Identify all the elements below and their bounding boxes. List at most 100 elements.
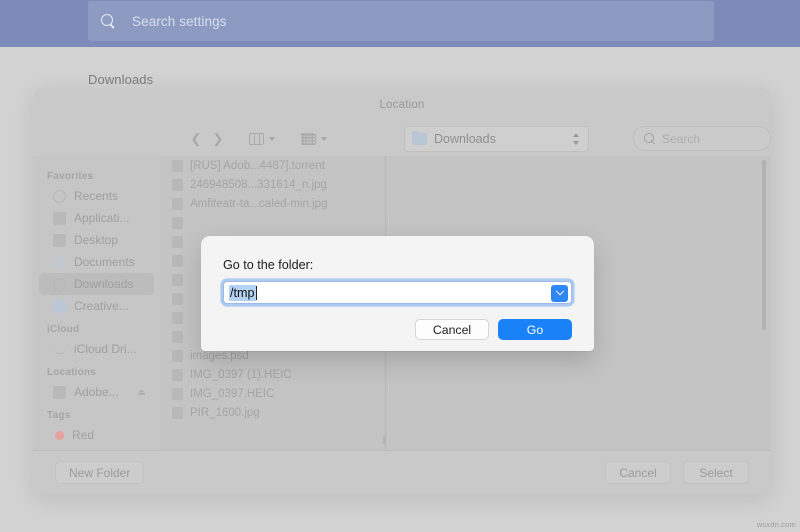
image-file-icon [172,406,183,419]
image-file-icon [172,368,183,381]
text-cursor [255,285,257,300]
image-file-icon [172,387,183,400]
sidebar-item-downloads[interactable]: Downloads [39,273,154,295]
up-down-stepper-icon[interactable] [573,132,581,146]
path-popup-button[interactable]: Downloads [404,126,589,152]
sidebar-header-locations: Locations [47,367,97,378]
sidebar-header-icloud: iCloud [47,324,80,335]
file-icon [172,216,183,229]
go-to-folder-dialog: Go to the folder: /tmp Cancel Go [201,236,594,351]
list-item[interactable]: IMG_0397 (1).HEIC [160,365,771,384]
dialog-cancel-button[interactable]: Cancel [415,319,489,340]
column-view-icon [249,133,264,145]
sidebar-item-applications[interactable]: Applicati... [39,207,154,229]
new-folder-button[interactable]: New Folder [55,461,145,484]
file-icon [172,254,183,267]
sidebar-item-documents[interactable]: Documents [39,251,154,273]
sidebar-item-label: Documents [74,255,135,269]
list-item[interactable]: PIR_1600.jpg [160,403,771,422]
chevron-down-icon[interactable] [551,284,568,302]
file-icon [172,273,183,286]
file-name: IMG_0397.HEIC [190,387,275,400]
panel-title: Location [379,99,425,111]
back-button[interactable]: ❮ [185,129,207,149]
dialog-actions: Cancel Go [223,319,572,340]
sidebar-item-creative[interactable]: Creative... [39,295,154,317]
dialog-label: Go to the folder: [223,258,314,272]
sidebar-item-desktop[interactable]: Desktop [39,229,154,251]
cloud-icon [53,345,66,354]
select-button[interactable]: Select [683,461,749,484]
column-resize-handle[interactable]: || [382,435,389,444]
desktop-icon [53,233,66,247]
chevron-down-icon [321,137,327,141]
search-icon [644,133,655,144]
path-popup-label: Downloads [434,132,496,146]
list-item[interactable]: [RUS] Adob...4487].torrent [160,156,771,175]
sidebar-item-recents[interactable]: Recents [39,185,154,207]
psd-file-icon [172,349,183,362]
search-icon [101,13,116,29]
torrent-file-icon [172,159,183,172]
file-icon [172,235,183,248]
finder-search-placeholder: Search [662,131,701,146]
sidebar-item-tag-red[interactable]: Red [39,424,154,446]
chevron-down-icon [269,137,275,141]
disk-icon [53,385,66,399]
sidebar-item-label: Recents [74,189,119,203]
grid-view-icon [301,133,316,145]
sidebar-item-icloud-drive[interactable]: iCloud Dri... [39,338,154,360]
file-name: Amfiteatr-ta...caled-min.jpg [190,197,328,210]
sidebar-item-label: Adobe... [74,385,119,399]
eject-icon[interactable]: ⏏ [137,387,146,398]
list-item[interactable]: Amfiteatr-ta...caled-min.jpg [160,194,771,213]
group-by-button[interactable] [295,129,333,150]
clock-icon [53,189,66,203]
dialog-go-button[interactable]: Go [498,319,572,340]
file-icon [172,292,183,305]
sidebar-header-favorites: Favorites [47,171,94,182]
tag-dot-icon [55,430,64,440]
file-name: PIR_1600.jpg [190,406,260,419]
forward-button[interactable]: ❯ [207,129,229,149]
folder-icon [53,299,66,313]
bottom-bar-actions: Cancel Select [605,461,749,484]
list-item[interactable] [160,213,771,232]
sidebar-item-label: Desktop [74,233,119,247]
window-title-downloads: Downloads [88,72,154,87]
watermark: wsxdn.com [756,520,796,529]
folder-icon [412,130,427,145]
view-mode-button[interactable] [243,129,281,150]
file-name: IMG_0397 (1).HEIC [190,368,292,381]
downloads-icon [53,277,66,291]
sidebar-item-label: Red [72,428,95,442]
list-item[interactable]: 246948508...331614_n.jpg [160,175,771,194]
sidebar-item-label: Creative... [74,299,129,313]
folder-path-value: /tmp [229,284,256,301]
image-file-icon [172,197,183,210]
screen-root: Search settings Downloads Location ❮ ❯ D… [0,0,800,532]
panel-bottom-bar: New Folder Cancel Select [33,450,771,494]
sidebar-item-label: Applicati... [74,211,130,225]
search-settings-placeholder: Search settings [132,13,227,29]
file-name: [RUS] Adob...4487].torrent [190,159,325,172]
file-icon [172,330,183,343]
sidebar-item-label: Downloads [74,277,134,291]
sidebar-item-adobe[interactable]: Adobe... ⏏ [39,381,154,403]
sidebar-item-label: iCloud Dri... [74,342,137,356]
image-file-icon [172,178,183,191]
applications-icon [53,211,66,225]
search-settings-field[interactable]: Search settings [88,1,714,41]
finder-search-input[interactable]: Search [633,126,771,151]
file-list-scrollbar[interactable] [762,160,766,330]
nav-button-group: ❮ ❯ [185,129,229,149]
cancel-button[interactable]: Cancel [605,461,671,484]
file-icon [172,311,183,324]
folder-path-input[interactable]: /tmp [223,281,572,304]
documents-icon [53,255,66,269]
finder-sidebar: Favorites Recents Applicati... Desktop D… [33,156,160,494]
file-name: 246948508...331614_n.jpg [190,178,327,191]
list-item[interactable]: IMG_0397.HEIC [160,384,771,403]
file-name: images.psd [190,349,249,362]
sidebar-header-tags: Tags [47,410,71,421]
